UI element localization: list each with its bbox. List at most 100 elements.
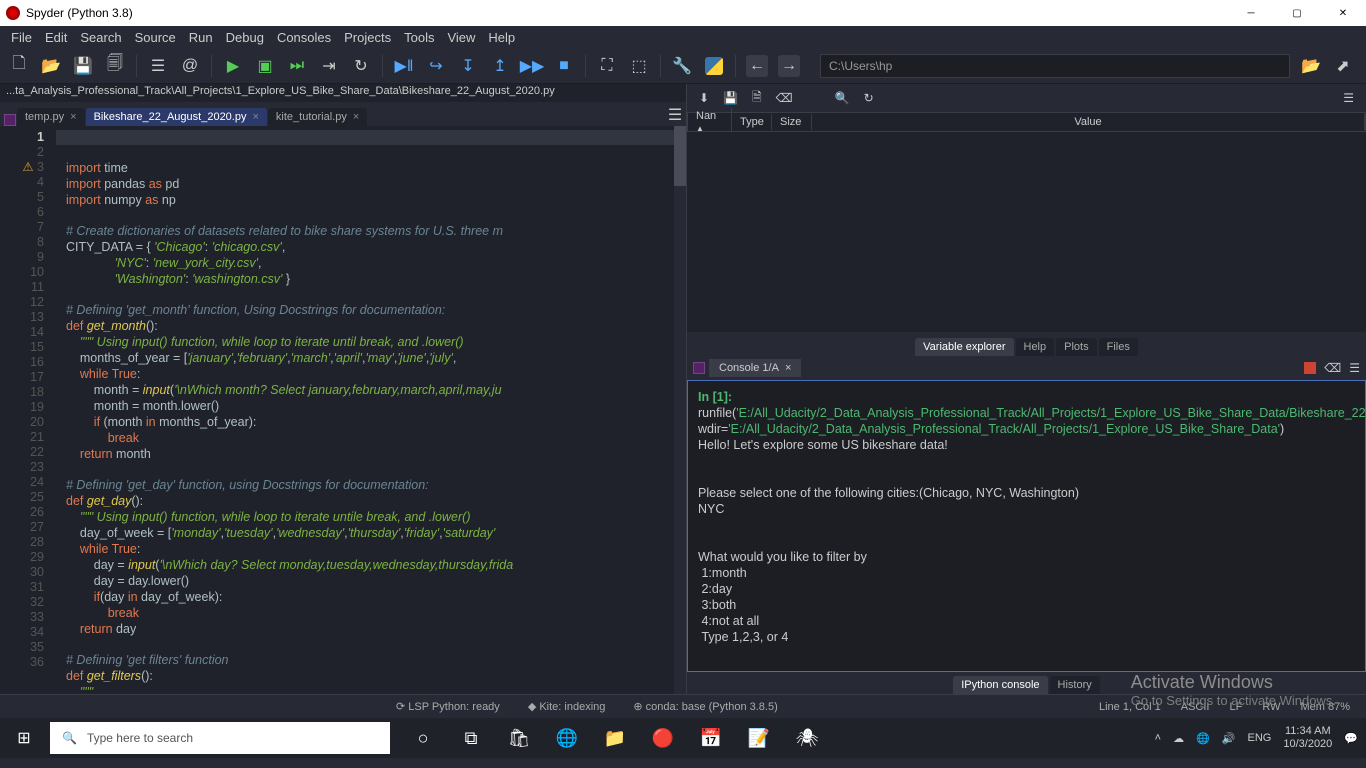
maximize-button[interactable]: ▢ xyxy=(1274,0,1320,26)
tray-onedrive-icon[interactable]: ☁ xyxy=(1173,732,1184,745)
titlebar: Spyder (Python 3.8) ─ ▢ ✕ xyxy=(0,0,1366,26)
tab-history[interactable]: History xyxy=(1050,676,1100,694)
working-dir-input[interactable]: C:\Users\hp xyxy=(820,54,1290,78)
var-options-icon[interactable]: ☰ xyxy=(1343,91,1354,105)
python-path-icon[interactable] xyxy=(703,55,725,77)
continue-icon[interactable]: ▶▶ xyxy=(521,55,543,77)
tab-browse-icon[interactable] xyxy=(4,114,16,126)
menu-edit[interactable]: Edit xyxy=(40,28,72,47)
run-selection-icon[interactable]: ⇥ xyxy=(318,55,340,77)
menu-help[interactable]: Help xyxy=(483,28,520,47)
code-editor[interactable]: 1 2 ⚠ 3 456 789 101112 131415 161718 192… xyxy=(0,126,686,694)
open-file-icon[interactable]: 📂 xyxy=(40,55,62,77)
tray-network-icon[interactable]: 🌐 xyxy=(1196,732,1210,745)
new-file-icon[interactable]: 🗋 xyxy=(8,55,30,77)
tab-help[interactable]: Help xyxy=(1016,338,1055,356)
fullscreen-icon[interactable]: ⬚ xyxy=(628,55,650,77)
debug-icon[interactable]: ▶‖ xyxy=(393,55,415,77)
tray-lang[interactable]: ENG xyxy=(1248,732,1272,744)
menu-file[interactable]: File xyxy=(6,28,37,47)
save-all-icon[interactable]: 🗐 xyxy=(104,55,126,77)
explorer-icon[interactable]: 📁 xyxy=(592,718,638,758)
import-data-icon[interactable]: ⬇ xyxy=(699,91,709,105)
col-size[interactable]: Size xyxy=(772,114,812,130)
edge-icon[interactable]: 🌐 xyxy=(544,718,590,758)
parent-dir-icon[interactable]: ⬈ xyxy=(1332,55,1354,77)
taskbar-search[interactable]: 🔍 Type here to search xyxy=(50,722,390,754)
run-cell-icon[interactable]: ▣ xyxy=(254,55,276,77)
tray-volume-icon[interactable]: 🔊 xyxy=(1222,732,1236,745)
activate-windows-watermark: Activate Windows Go to Settings to activ… xyxy=(1131,672,1336,708)
menu-run[interactable]: Run xyxy=(184,28,218,47)
calendar-icon[interactable]: 📅 xyxy=(688,718,734,758)
tab-kite[interactable]: kite_tutorial.py× xyxy=(268,108,367,126)
ipython-console[interactable]: In [1]: runfile('E:/All_Udacity/2_Data_A… xyxy=(687,380,1366,672)
tray-notifications-icon[interactable]: 💬 xyxy=(1344,732,1358,745)
store-icon[interactable]: 🛍 xyxy=(496,718,542,758)
sublime-icon[interactable]: 📝 xyxy=(736,718,782,758)
menu-tools[interactable]: Tools xyxy=(399,28,439,47)
outline-icon[interactable]: ☰ xyxy=(147,55,169,77)
stop-kernel-icon[interactable] xyxy=(1304,362,1316,374)
close-tab-icon[interactable]: × xyxy=(252,111,258,123)
tab-bikeshare[interactable]: Bikeshare_22_August_2020.py× xyxy=(86,108,267,126)
tray-clock[interactable]: 11:34 AM 10/3/2020 xyxy=(1283,725,1332,751)
breadcrumb: ...ta_Analysis_Professional_Track\All_Pr… xyxy=(0,84,686,102)
browse-dir-icon[interactable]: 📂 xyxy=(1300,55,1322,77)
minimize-button[interactable]: ─ xyxy=(1228,0,1274,26)
save-icon[interactable]: 💾 xyxy=(72,55,94,77)
console-options-icon[interactable]: ☰ xyxy=(1349,361,1360,375)
save-data-icon[interactable]: 💾 xyxy=(723,91,738,105)
step-into-icon[interactable]: ↧ xyxy=(457,55,479,77)
window-title: Spyder (Python 3.8) xyxy=(26,6,133,20)
chrome-icon[interactable]: 🔴 xyxy=(640,718,686,758)
col-value[interactable]: Value xyxy=(812,114,1365,130)
run-icon[interactable]: ▶ xyxy=(222,55,244,77)
task-view-icon[interactable]: ⧉ xyxy=(448,718,494,758)
search-var-icon[interactable]: 🔍 xyxy=(835,91,850,105)
menu-search[interactable]: Search xyxy=(75,28,126,47)
console-tab-1a[interactable]: Console 1/A× xyxy=(709,359,801,377)
menu-debug[interactable]: Debug xyxy=(221,28,269,47)
spyder-task-icon[interactable]: 🕷 xyxy=(784,718,830,758)
tab-variable-explorer[interactable]: Variable explorer xyxy=(915,338,1013,356)
console-browse-icon[interactable] xyxy=(693,362,705,374)
menu-view[interactable]: View xyxy=(442,28,480,47)
editor-scrollbar[interactable] xyxy=(674,126,686,694)
menu-consoles[interactable]: Consoles xyxy=(272,28,336,47)
maximize-pane-icon[interactable]: ⛶ xyxy=(596,55,618,77)
editor-tabs: temp.py× Bikeshare_22_August_2020.py× ki… xyxy=(0,102,686,126)
menubar: File Edit Search Source Run Debug Consol… xyxy=(0,26,1366,48)
col-type[interactable]: Type xyxy=(732,114,772,130)
refresh-var-icon[interactable]: ↻ xyxy=(864,91,874,105)
tray-chevron-icon[interactable]: ˄ xyxy=(1155,732,1161,744)
tab-plots[interactable]: Plots xyxy=(1056,338,1096,356)
close-tab-icon[interactable]: × xyxy=(70,111,76,123)
menu-source[interactable]: Source xyxy=(130,28,181,47)
windows-taskbar: ⊞ 🔍 Type here to search ○ ⧉ 🛍 🌐 📁 🔴 📅 📝 … xyxy=(0,718,1366,758)
preferences-icon[interactable]: 🔧 xyxy=(671,55,693,77)
remove-all-icon[interactable]: ⌫ xyxy=(776,91,793,105)
var-explorer-toolbar: ⬇ 💾 🗎 ⌫ 🔍 ↻ ☰ xyxy=(687,84,1366,112)
stop-debug-icon[interactable]: ■ xyxy=(553,55,575,77)
editor-options-icon[interactable]: ☰ xyxy=(664,104,686,126)
cortana-icon[interactable]: ○ xyxy=(400,718,446,758)
run-cell-advance-icon[interactable]: ⏭ xyxy=(286,55,308,77)
menu-projects[interactable]: Projects xyxy=(339,28,396,47)
start-button[interactable]: ⊞ xyxy=(0,718,48,758)
close-tab-icon[interactable]: × xyxy=(353,111,359,123)
status-kite: ◆ Kite: indexing xyxy=(528,700,606,713)
close-button[interactable]: ✕ xyxy=(1320,0,1366,26)
back-icon[interactable]: ← xyxy=(746,55,768,77)
clear-console-icon[interactable]: ⌫ xyxy=(1324,361,1341,375)
save-as-icon[interactable]: 🗎 xyxy=(752,88,762,109)
tab-temp[interactable]: temp.py× xyxy=(17,108,85,126)
tab-files[interactable]: Files xyxy=(1099,338,1138,356)
forward-icon[interactable]: → xyxy=(778,55,800,77)
step-out-icon[interactable]: ↥ xyxy=(489,55,511,77)
at-icon[interactable]: @ xyxy=(179,55,201,77)
tab-ipython[interactable]: IPython console xyxy=(953,676,1047,694)
close-console-icon[interactable]: × xyxy=(785,362,791,374)
step-icon[interactable]: ↪ xyxy=(425,55,447,77)
rerun-icon[interactable]: ↻ xyxy=(350,55,372,77)
